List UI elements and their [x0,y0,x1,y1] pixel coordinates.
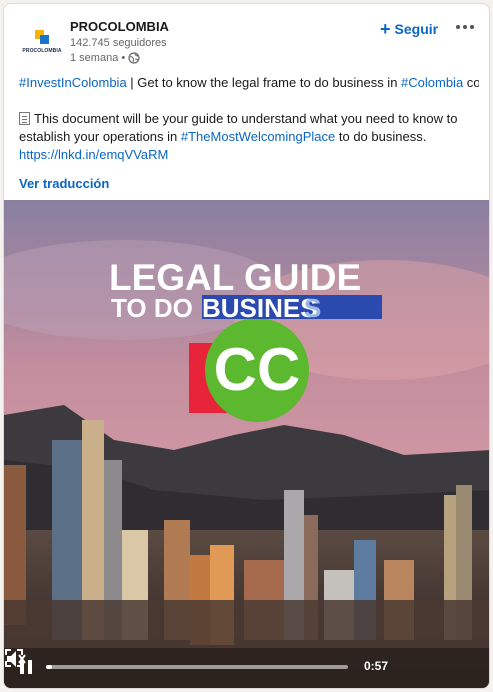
hashtag-invest-in-colombia[interactable]: #InvestInColombia [19,75,127,90]
video-time: 0:57 [364,659,389,673]
fullscreen-icon[interactable] [4,648,24,668]
post-time: 1 semana • [70,52,126,64]
linkedin-post-card: PROCOLOMBIA PROCOLOMBIA 142.745 seguidor… [3,3,490,689]
plus-icon: + [380,19,391,39]
follow-label: Seguir [394,21,439,37]
post-text-tail: co [463,75,479,90]
video-player[interactable]: CC LEGAL GUIDE TO DO BUSINES S 0:57 [4,200,489,688]
post-text-tail: to do business. [335,129,427,144]
document-icon [19,112,30,125]
post-text-segment: | Get to know the legal frame to do busi… [126,75,402,90]
video-progress-fill [46,665,53,669]
post-header: PROCOLOMBIA PROCOLOMBIA 142.745 seguidor… [4,4,489,68]
follow-button[interactable]: + Seguir [380,18,438,40]
hashtag-most-welcoming-place[interactable]: #TheMostWelcomingPlace [181,129,335,144]
more-options-icon[interactable] [452,16,478,38]
video-title-line2-highlight: BUSINES [202,293,318,323]
follower-count: 142.745 seguidores [70,37,167,49]
emblem-text: CC [214,336,301,403]
post-text-line: This document will be your guide to unde… [34,111,458,126]
video-title-line1: LEGAL GUIDE [109,257,361,298]
procolombia-logo-icon [35,30,49,44]
globe-icon [128,52,140,64]
video-title-line2-tail: S [304,293,321,323]
post-link[interactable]: https://lnkd.in/emqVVaRM [19,147,168,162]
hashtag-colombia[interactable]: #Colombia [401,75,463,90]
video-frame: CC LEGAL GUIDE TO DO BUSINES S [4,200,489,688]
logo-text: PROCOLOMBIA [22,48,62,54]
company-name[interactable]: PROCOLOMBIA [70,19,169,34]
video-controls: 0:57 [4,648,489,688]
post-body: #InvestInColombia | Get to know the lega… [19,74,479,164]
video-progress-bar[interactable] [46,665,348,669]
company-logo[interactable]: PROCOLOMBIA [18,18,66,66]
post-text-line: establish your operations in [19,129,181,144]
video-title-line2-prefix: TO DO [111,293,193,323]
see-translation-link[interactable]: Ver traducción [19,176,109,191]
post-meta: 1 semana • [70,52,140,64]
